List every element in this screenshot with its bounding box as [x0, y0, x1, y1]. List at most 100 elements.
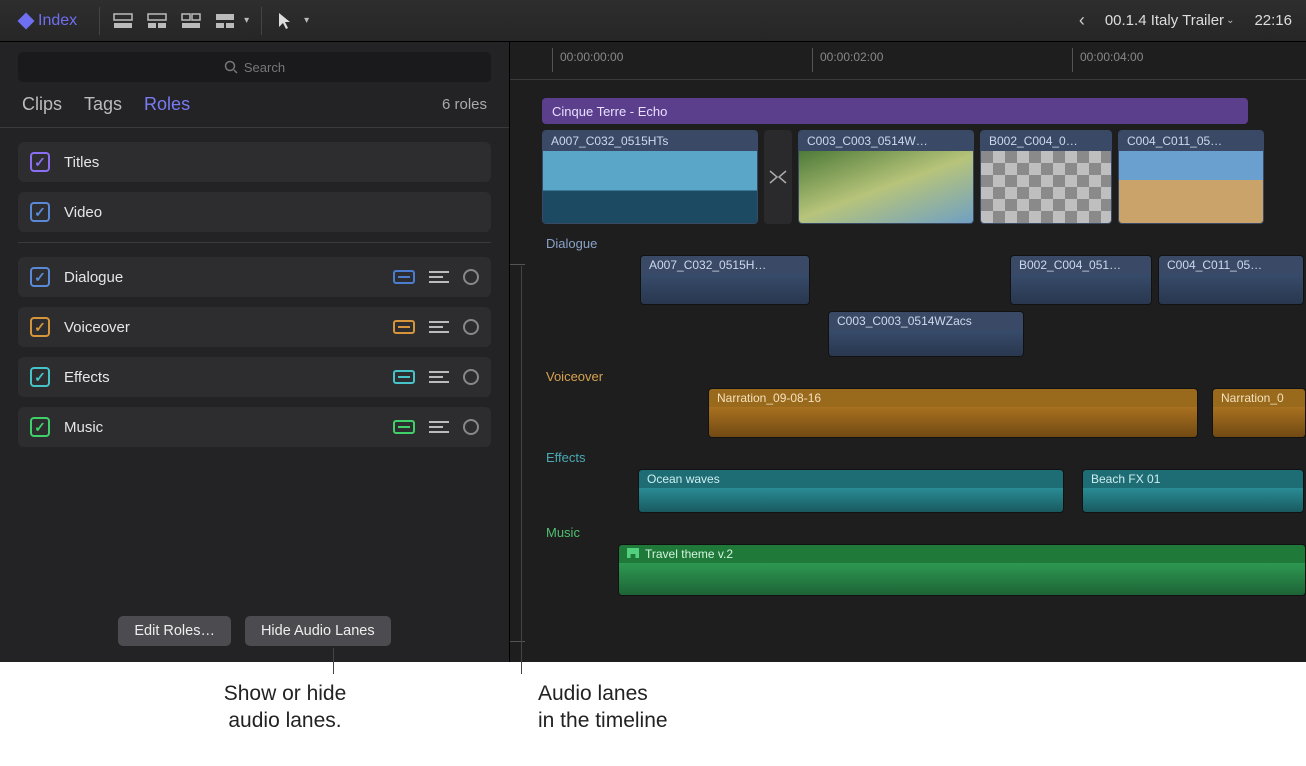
- role-row-titles[interactable]: Titles: [18, 142, 491, 182]
- annotation-callouts: Show or hide audio lanes. Audio lanes in…: [0, 662, 1306, 762]
- collapse-subroles-icon[interactable]: [429, 421, 449, 433]
- role-row-dialogue[interactable]: Dialogue: [18, 257, 491, 297]
- callout-line: [521, 266, 522, 674]
- waveform: [619, 563, 1305, 595]
- role-row-voiceover[interactable]: Voiceover: [18, 307, 491, 347]
- audio-clip[interactable]: Travel theme v.2: [618, 544, 1306, 596]
- clip-name: B002_C004_0…: [981, 131, 1111, 151]
- audio-clip[interactable]: Beach FX 01: [1082, 469, 1304, 513]
- clip-name: Narration_0: [1213, 389, 1305, 407]
- tool-select-group: ▾: [274, 11, 309, 31]
- role-row-music[interactable]: Music: [18, 407, 491, 447]
- index-diamond-icon: [18, 12, 35, 29]
- focus-role-icon[interactable]: [463, 269, 479, 285]
- layout-b-icon[interactable]: [146, 11, 168, 31]
- audio-clip[interactable]: Narration_0: [1212, 388, 1306, 438]
- title-clip[interactable]: Cinque Terre - Echo: [542, 98, 1248, 124]
- show-lane-icon[interactable]: [393, 420, 415, 434]
- ruler-tick: 00:00:00:00: [560, 50, 623, 64]
- waveform: [1213, 407, 1305, 437]
- role-checkbox[interactable]: [30, 202, 50, 222]
- show-lane-icon[interactable]: [393, 270, 415, 284]
- audio-clip[interactable]: C003_C003_0514WZacs: [828, 311, 1024, 357]
- lane-voiceover: Voiceover Narration_09-08-16Narration_0: [542, 369, 1306, 438]
- role-row-video[interactable]: Video: [18, 192, 491, 232]
- role-label: Voiceover: [64, 319, 130, 336]
- show-lane-icon[interactable]: [393, 320, 415, 334]
- tab-clips[interactable]: Clips: [22, 94, 62, 115]
- edit-roles-button[interactable]: Edit Roles…: [118, 616, 231, 646]
- role-checkbox[interactable]: [30, 317, 50, 337]
- role-group-separator: [18, 242, 491, 243]
- collapse-subroles-icon[interactable]: [429, 321, 449, 333]
- role-label: Video: [64, 204, 102, 221]
- role-checkbox[interactable]: [30, 367, 50, 387]
- role-row-effects[interactable]: Effects: [18, 357, 491, 397]
- timeline-ruler[interactable]: 00:00:00:0000:00:02:0000:00:04:00: [510, 42, 1306, 80]
- sidebar-footer: Edit Roles… Hide Audio Lanes: [0, 602, 509, 662]
- audio-clip[interactable]: Narration_09-08-16: [708, 388, 1198, 438]
- show-lane-icon[interactable]: [393, 370, 415, 384]
- search-icon: [224, 60, 238, 74]
- search-placeholder: Search: [244, 60, 285, 75]
- audio-clip[interactable]: C004_C011_05…: [1158, 255, 1304, 305]
- lane-track[interactable]: A007_C032_0515H… B002_C004_051…C004_C011_…: [542, 255, 1306, 305]
- focus-role-icon[interactable]: [463, 419, 479, 435]
- chevron-down-icon: ⌄: [1226, 15, 1234, 26]
- focus-role-icon[interactable]: [463, 319, 479, 335]
- clip-name: Beach FX 01: [1083, 470, 1303, 488]
- lane-track[interactable]: Ocean waves Beach FX 01: [542, 469, 1306, 513]
- chevron-down-icon[interactable]: ▾: [244, 15, 249, 26]
- search-field[interactable]: Search: [18, 52, 491, 82]
- layout-a-icon[interactable]: [112, 11, 134, 31]
- roles-list: Titles Video Dialogue Voiceover Effects Musi…: [0, 128, 509, 602]
- waveform: [641, 274, 809, 304]
- lane-dialogue: Dialogue A007_C032_0515H…B002_C004_051…C…: [542, 236, 1306, 357]
- callout-text-left: Show or hide audio lanes.: [160, 680, 410, 735]
- role-checkbox[interactable]: [30, 417, 50, 437]
- tab-tags[interactable]: Tags: [84, 94, 122, 115]
- role-label: Music: [64, 419, 103, 436]
- lane-track[interactable]: Travel theme v.2: [542, 544, 1306, 596]
- project-name-dropdown[interactable]: 00.1.4 Italy Trailer ⌄: [1105, 12, 1235, 29]
- clip-thumbnail: [543, 151, 757, 223]
- index-button[interactable]: Index: [10, 8, 87, 34]
- index-tabs: Clips Tags Roles 6 roles: [0, 86, 509, 128]
- timeline[interactable]: 00:00:00:0000:00:02:0000:00:04:00 Cinque…: [510, 42, 1306, 662]
- hide-audio-lanes-button[interactable]: Hide Audio Lanes: [245, 616, 391, 646]
- clip-name: Narration_09-08-16: [709, 389, 1197, 407]
- collapse-subroles-icon[interactable]: [429, 371, 449, 383]
- tab-roles[interactable]: Roles: [144, 94, 190, 115]
- audio-clip[interactable]: A007_C032_0515H…: [640, 255, 810, 305]
- video-clip[interactable]: B002_C004_0…: [980, 130, 1112, 224]
- audio-clip[interactable]: Ocean waves: [638, 469, 1064, 513]
- transition-icon[interactable]: [764, 130, 792, 224]
- video-clip[interactable]: C003_C003_0514W…: [798, 130, 974, 224]
- collapse-subroles-icon[interactable]: [429, 271, 449, 283]
- role-checkbox[interactable]: [30, 267, 50, 287]
- lane-label-effects: Effects: [546, 450, 1306, 465]
- chevron-down-icon[interactable]: ▾: [304, 15, 309, 26]
- waveform: [639, 488, 1063, 512]
- waveform: [1083, 488, 1303, 512]
- layout-c-icon[interactable]: [180, 11, 202, 31]
- clip-name: A007_C032_0515H…: [641, 256, 809, 274]
- music-icon: [627, 548, 639, 558]
- lane-music: Music Travel theme v.2: [542, 525, 1306, 596]
- clip-thumbnail: [981, 151, 1111, 223]
- role-label: Dialogue: [64, 269, 123, 286]
- role-actions: [393, 319, 479, 335]
- lane-track[interactable]: Narration_09-08-16 Narration_0: [542, 388, 1306, 438]
- pointer-tool-icon[interactable]: [274, 11, 296, 31]
- audio-clip[interactable]: B002_C004_051…: [1010, 255, 1152, 305]
- back-button[interactable]: ‹: [1065, 10, 1099, 31]
- layout-d-icon[interactable]: [214, 11, 236, 31]
- focus-role-icon[interactable]: [463, 369, 479, 385]
- role-checkbox[interactable]: [30, 152, 50, 172]
- clip-name: A007_C032_0515HTs: [543, 131, 757, 151]
- index-label: Index: [38, 12, 77, 30]
- video-clip[interactable]: A007_C032_0515HTs: [542, 130, 758, 224]
- audio-lanes-bracket: [510, 264, 525, 642]
- lane-track[interactable]: C003_C003_0514WZacs: [542, 311, 1306, 357]
- video-clip[interactable]: C004_C011_05…: [1118, 130, 1264, 224]
